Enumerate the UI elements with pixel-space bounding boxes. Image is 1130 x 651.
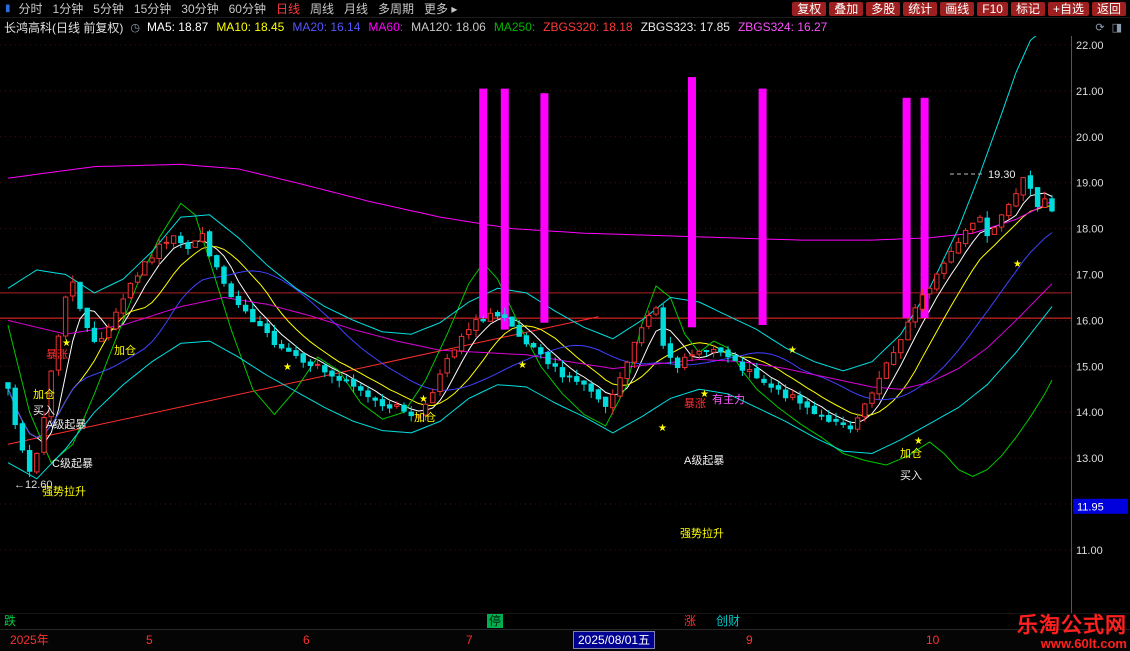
svg-text:★: ★ xyxy=(518,360,527,371)
svg-text:A级起暴: A级起暴 xyxy=(684,454,724,467)
status-停: 停 xyxy=(487,614,503,628)
svg-text:21.00: 21.00 xyxy=(1076,86,1104,98)
svg-text:★: ★ xyxy=(788,345,797,356)
indicator-MA10: MA10: 18.45 xyxy=(216,20,284,34)
date-tick-7: 7 xyxy=(466,632,473,648)
svg-text:19.30: 19.30 xyxy=(988,169,1016,181)
svg-text:强势拉升: 强势拉升 xyxy=(42,484,86,498)
indicator-ZBGS323: ZBGS323: 17.85 xyxy=(641,20,730,34)
period-tab-多周期[interactable]: 多周期 xyxy=(373,0,419,17)
date-tick-10: 10 xyxy=(926,632,939,648)
period-tab-15分钟[interactable]: 15分钟 xyxy=(129,0,176,17)
svg-text:加仓: 加仓 xyxy=(414,410,436,424)
svg-text:强势拉升: 强势拉升 xyxy=(680,526,724,540)
candlestick-chart[interactable]: ★★★★★★★★★暴涨加仓加仓买入A级起暴C级起暴←12.60强势拉升加仓暴涨有… xyxy=(0,36,1130,613)
toolbar-button-标记[interactable]: 标记 xyxy=(1011,2,1045,16)
app-icon: ▮ xyxy=(5,3,11,14)
svg-text:加仓: 加仓 xyxy=(33,387,55,401)
watermark-title: 乐淘公式网 xyxy=(1017,615,1127,636)
period-tabs: 分时1分钟5分钟15分钟30分钟60分钟日线周线月线多周期更多 ▸ xyxy=(14,0,463,17)
svg-text:11.95: 11.95 xyxy=(1077,501,1104,513)
indicator-ZBGS320: ZBGS320: 18.18 xyxy=(543,20,632,34)
svg-text:暴涨: 暴涨 xyxy=(684,397,706,410)
toolbar-button-+自选[interactable]: +自选 xyxy=(1048,2,1089,16)
indicator-MA120: MA120: 18.06 xyxy=(411,20,486,34)
svg-text:17.00: 17.00 xyxy=(1076,270,1104,282)
svg-text:C级起暴: C级起暴 xyxy=(52,457,93,470)
title-bar: 长鸿高科(日线 前复权) ◷ MA5: 18.87 MA10: 18.45 MA20… xyxy=(0,18,1130,36)
svg-text:20.00: 20.00 xyxy=(1076,132,1104,144)
period-tab-日线[interactable]: 日线 xyxy=(271,0,305,17)
toolbar-button-画线[interactable]: 画线 xyxy=(940,2,974,16)
price-axis: 22.00 21.00 20.00 19.00 18.00 17.00 16.00 15.00… xyxy=(1072,36,1129,613)
candles-layer xyxy=(6,171,1054,477)
indicator-ZBGS324: ZBGS324: 16.27 xyxy=(738,20,827,34)
period-tab-更多[interactable]: 更多 ▸ xyxy=(419,0,462,17)
indicator-MA5: MA5: 18.87 xyxy=(147,20,208,34)
date-tick-5: 5 xyxy=(146,632,153,648)
svg-text:14.00: 14.00 xyxy=(1076,407,1104,419)
svg-text:★: ★ xyxy=(914,436,923,447)
selected-date[interactable]: 2025/08/01五 xyxy=(573,631,655,649)
status-跌: 跌 xyxy=(2,614,18,628)
svg-text:买入: 买入 xyxy=(900,469,922,482)
svg-text:★: ★ xyxy=(658,423,667,434)
watermark-url: www.60lt.com xyxy=(1017,637,1127,650)
svg-text:A级起暴: A级起暴 xyxy=(46,418,86,431)
toolbar-button-叠加[interactable]: 叠加 xyxy=(829,2,863,16)
svg-text:19.00: 19.00 xyxy=(1076,178,1104,190)
toolbar-button-F10[interactable]: F10 xyxy=(977,2,1008,16)
indicator-MA60: MA60: xyxy=(368,20,403,34)
toolbar-button-多股[interactable]: 多股 xyxy=(866,2,900,16)
toolbar-button-返回[interactable]: 返回 xyxy=(1092,2,1126,16)
svg-text:加仓: 加仓 xyxy=(114,343,136,357)
svg-text:★: ★ xyxy=(419,394,428,405)
signal-bars-layer xyxy=(479,77,928,330)
period-tab-5分钟[interactable]: 5分钟 xyxy=(88,0,129,17)
refresh-icon[interactable]: ⟳ xyxy=(1095,21,1104,34)
watermark: 乐淘公式网 www.60lt.com xyxy=(1017,615,1127,650)
period-tab-月线[interactable]: 月线 xyxy=(339,0,373,17)
svg-text:15.00: 15.00 xyxy=(1076,361,1104,373)
indicator-MA250: MA250: xyxy=(494,20,535,34)
period-tab-分时[interactable]: 分时 xyxy=(14,0,48,17)
svg-text:22.00: 22.00 xyxy=(1076,40,1104,52)
toolbar-buttons: 复权叠加多股统计画线F10标记+自选返回 xyxy=(792,2,1128,16)
period-tab-30分钟[interactable]: 30分钟 xyxy=(176,0,223,17)
status-创财: 创财 xyxy=(714,614,742,628)
svg-text:16.00: 16.00 xyxy=(1076,315,1104,327)
svg-text:★: ★ xyxy=(1013,259,1022,270)
svg-text:暴涨: 暴涨 xyxy=(46,348,68,361)
svg-text:13.00: 13.00 xyxy=(1076,453,1104,465)
status-涨: 涨 xyxy=(682,614,698,628)
date-tick-9: 9 xyxy=(746,632,753,648)
split-window-icon[interactable]: ◨ xyxy=(1112,21,1122,34)
date-tick-2025年: 2025年 xyxy=(10,632,49,648)
indicator-values: MA5: 18.87 MA10: 18.45 MA20: 16.14 MA60: MA1… xyxy=(147,20,827,34)
svg-text:11.00: 11.00 xyxy=(1076,545,1103,557)
svg-text:★: ★ xyxy=(62,338,71,349)
svg-text:★: ★ xyxy=(283,362,292,373)
main-chart-svg[interactable]: ★★★★★★★★★暴涨加仓加仓买入A级起暴C级起暴←12.60强势拉升加仓暴涨有… xyxy=(0,36,1130,613)
status-row: 跌 停 涨 创财 xyxy=(0,613,1130,629)
top-toolbar: ▮ 分时1分钟5分钟15分钟30分钟60分钟日线周线月线多周期更多 ▸ 复权叠加… xyxy=(0,0,1130,18)
period-tab-60分钟[interactable]: 60分钟 xyxy=(224,0,271,17)
indicator-MA20: MA20: 16.14 xyxy=(292,20,360,34)
toolbar-button-复权[interactable]: 复权 xyxy=(792,2,826,16)
svg-text:加仓: 加仓 xyxy=(900,446,922,460)
period-tab-周线[interactable]: 周线 xyxy=(305,0,339,17)
date-axis: 2025年 5 6 7 9 10 2025/08/01五 xyxy=(0,629,1130,651)
clock-icon: ◷ xyxy=(130,21,140,34)
svg-text:有主力: 有主力 xyxy=(712,392,745,406)
svg-text:18.00: 18.00 xyxy=(1076,224,1104,236)
stock-title: 长鸿高科(日线 前复权) xyxy=(4,19,123,36)
period-tab-1分钟[interactable]: 1分钟 xyxy=(48,0,89,17)
date-tick-6: 6 xyxy=(303,632,310,648)
svg-text:买入: 买入 xyxy=(33,404,55,417)
toolbar-button-统计[interactable]: 统计 xyxy=(903,2,937,16)
price-marker: 11.95 xyxy=(1073,499,1128,514)
